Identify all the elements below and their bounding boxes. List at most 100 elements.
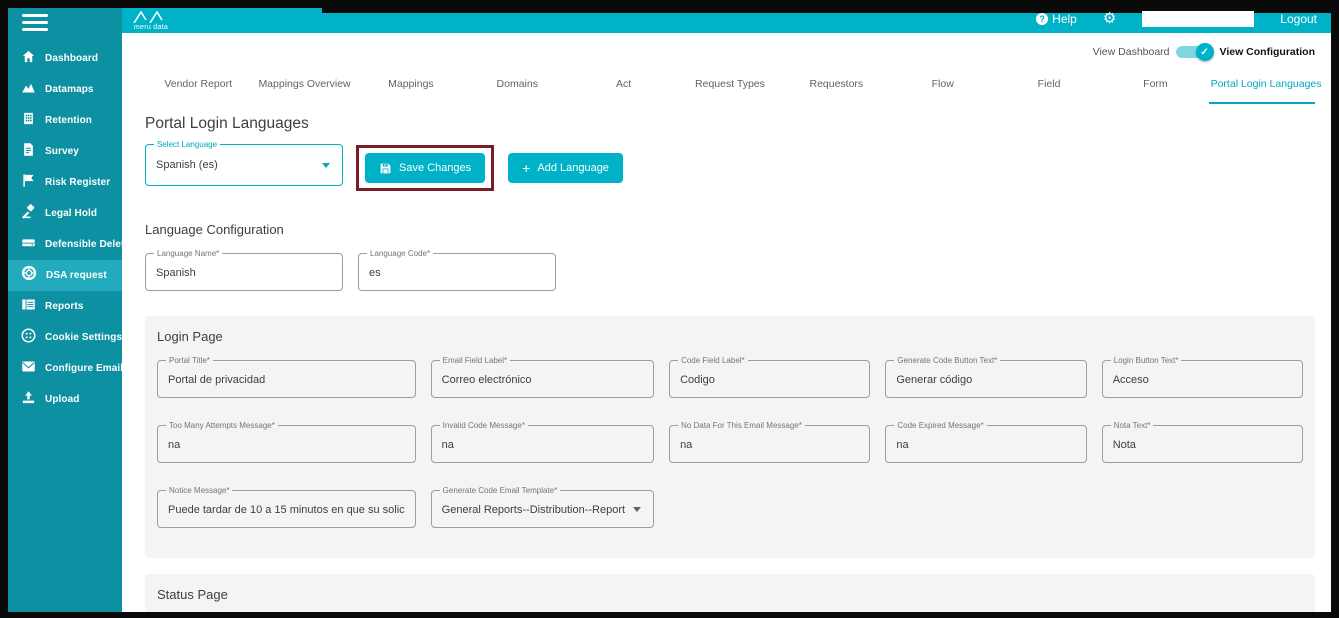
field-label: No Data For This Email Message* [678,421,805,430]
tab-request-types[interactable]: Request Types [677,68,783,104]
sidebar-item-label: Legal Hold [45,208,97,219]
sidebar-item-upload[interactable]: Upload [8,384,122,415]
harddrive-icon [21,235,36,255]
sidebar-item-label: Defensible Deletion [45,239,122,250]
view-configuration-label: View Configuration [1220,46,1315,58]
sidebar-item-label: Retention [45,115,92,126]
field-value: es [369,267,545,279]
lifebuoy-icon [21,265,37,286]
select-language-dropdown[interactable]: Select Language Spanish (es) [145,144,343,186]
sidebar: Dashboard Datamaps Retention Survey Risk… [8,8,122,612]
field-label: Login Button Text* [1111,356,1182,365]
tab-domains[interactable]: Domains [464,68,570,104]
field-label: Code Field Label* [678,356,748,365]
tab-bar: Vendor Report Mappings Overview Mappings… [145,68,1315,104]
logout-button[interactable]: Logout [1280,12,1317,26]
select-language-label: Select Language [154,140,220,149]
field-value: Codigo [680,374,859,386]
sidebar-item-configure-email[interactable]: Configure Email [8,353,122,384]
code-field-label-field[interactable]: Code Field Label* Codigo [669,360,870,398]
field-value: Spanish [156,267,332,279]
help-button[interactable]: ? Help [1036,12,1077,26]
field-value: Portal de privacidad [168,374,405,386]
field-value: Generar código [896,374,1075,386]
hamburger-menu-icon[interactable] [8,8,122,43]
field-label: Email Field Label* [440,356,510,365]
header-white-box [1142,11,1254,27]
tab-mappings-overview[interactable]: Mappings Overview [251,68,357,104]
sidebar-item-datamaps[interactable]: Datamaps [8,74,122,105]
sidebar-item-label: Survey [45,146,79,157]
tab-flow[interactable]: Flow [890,68,996,104]
field-value: Puede tardar de 10 a 15 minutos en que s… [168,504,405,516]
topbar-right: ? Help ⚙ Logout [1036,11,1317,27]
help-label: Help [1052,12,1077,26]
sidebar-item-risk-register[interactable]: Risk Register [8,167,122,198]
generate-code-button-text-field[interactable]: Generate Code Button Text* Generar códig… [885,360,1086,398]
annotation-highlight-box: Save Changes [356,145,494,191]
too-many-attempts-message-field[interactable]: Too Many Attempts Message* na [157,425,416,463]
invalid-code-message-field[interactable]: Invalid Code Message* na [431,425,654,463]
notice-message-field[interactable]: Notice Message* Puede tardar de 10 a 15 … [157,490,416,528]
home-icon [21,49,36,69]
language-configuration-fields: Language Name* Spanish Language Code* es [145,253,1315,291]
language-name-field[interactable]: Language Name* Spanish [145,253,343,291]
page-title: Portal Login Languages [145,115,1315,133]
tab-form[interactable]: Form [1102,68,1208,104]
email-field-label-field[interactable]: Email Field Label* Correo electrónico [431,360,654,398]
field-label: Generate Code Email Template* [440,486,561,495]
select-language-value: Spanish (es) [156,159,332,171]
flag-icon [21,173,36,193]
chevron-down-icon [633,507,641,512]
field-value: Correo electrónico [442,374,643,386]
sidebar-item-dsa-request[interactable]: DSA request [8,260,122,291]
tab-mappings[interactable]: Mappings [358,68,464,104]
sidebar-item-legal-hold[interactable]: Legal Hold [8,198,122,229]
sidebar-item-defensible-deletion[interactable]: Defensible Deletion [8,229,122,260]
tab-act[interactable]: Act [570,68,676,104]
app: Dashboard Datamaps Retention Survey Risk… [8,8,1331,612]
tab-vendor-report[interactable]: Vendor Report [145,68,251,104]
sidebar-item-reports[interactable]: Reports [8,291,122,322]
sidebar-item-label: Configure Email [45,363,122,374]
login-page-card: Login Page Portal Title* Portal de priva… [145,316,1315,558]
login-page-heading: Login Page [157,329,1303,344]
portal-title-field[interactable]: Portal Title* Portal de privacidad [157,360,416,398]
field-value: General Reports--Distribution--Report [442,504,643,516]
nota-text-field[interactable]: Nota Text* Nota [1102,425,1303,463]
gear-icon[interactable]: ⚙ [1103,11,1116,26]
field-label: Language Code* [367,249,433,258]
add-language-button[interactable]: + Add Language [508,153,623,183]
tab-requestors[interactable]: Requestors [783,68,889,104]
content: View Dashboard ✓ View Configuration Vend… [122,33,1331,612]
sidebar-item-cookie-settings[interactable]: Cookie Settings [8,322,122,353]
language-code-field[interactable]: Language Code* es [358,253,556,291]
field-value: na [168,439,405,451]
save-icon [379,162,392,175]
sidebar-item-label: Upload [45,394,80,405]
save-changes-button[interactable]: Save Changes [365,153,485,183]
main: meru data ? Help ⚙ Logout View Dashboard… [122,8,1331,612]
gavel-icon [21,204,36,224]
no-data-for-this-email-message-field[interactable]: No Data For This Email Message* na [669,425,870,463]
code-expired-message-field[interactable]: Code Expired Message* na [885,425,1086,463]
tab-portal-login-languages[interactable]: Portal Login Languages [1209,68,1315,104]
login-button-text-field[interactable]: Login Button Text* Acceso [1102,360,1303,398]
document-icon [21,142,36,162]
field-label: Portal Title* [166,356,213,365]
field-label: Nota Text* [1111,421,1154,430]
field-value: Acceso [1113,374,1292,386]
generate-code-email-template-dropdown[interactable]: Generate Code Email Template* General Re… [431,490,654,528]
field-value: na [896,439,1075,451]
chart-icon [21,80,36,100]
report-icon [21,297,36,317]
tab-field[interactable]: Field [996,68,1102,104]
sidebar-item-retention[interactable]: Retention [8,105,122,136]
add-language-label: Add Language [537,162,609,174]
sidebar-item-survey[interactable]: Survey [8,136,122,167]
window-frame: Dashboard Datamaps Retention Survey Risk… [0,0,1339,618]
view-toggle-switch[interactable]: ✓ [1176,46,1206,58]
sidebar-item-dashboard[interactable]: Dashboard [8,43,122,74]
toggle-check-icon: ✓ [1196,43,1214,61]
sidebar-item-label: Cookie Settings [45,332,122,343]
